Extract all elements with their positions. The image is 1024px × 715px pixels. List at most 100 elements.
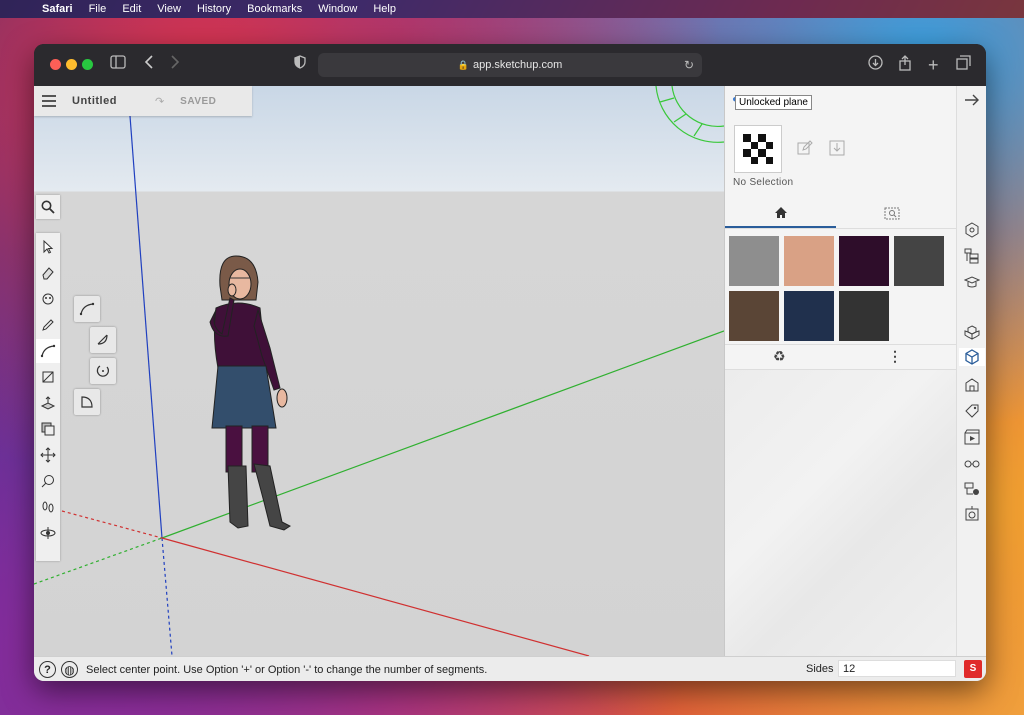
footprints-icon xyxy=(42,501,54,513)
tape-measure-tool-button[interactable] xyxy=(36,469,60,493)
push-pull-tool-button[interactable] xyxy=(36,391,60,415)
pencil-tool-button[interactable] xyxy=(36,313,60,337)
material-swatch[interactable] xyxy=(784,236,834,286)
address-bar[interactable]: 🔒 app.sketchup.com ↻ xyxy=(318,53,702,77)
eraser-tool-button[interactable] xyxy=(36,261,60,285)
reload-icon[interactable]: ↻ xyxy=(684,53,694,77)
person-figure xyxy=(209,255,291,531)
home-icon xyxy=(774,206,787,218)
document-title[interactable]: Untitled xyxy=(72,95,117,107)
material-swatch[interactable] xyxy=(839,236,889,286)
instructor-icon[interactable] xyxy=(963,273,981,291)
url-text: app.sketchup.com xyxy=(472,59,563,71)
circle-arc-icon xyxy=(96,365,109,377)
menu-app-name[interactable]: Safari xyxy=(42,3,73,15)
panel-background xyxy=(725,368,957,656)
soften-edges-icon[interactable] xyxy=(963,479,981,497)
tab-in-model[interactable] xyxy=(725,198,836,228)
download-icon[interactable] xyxy=(868,55,883,76)
edit-icon[interactable] xyxy=(797,140,813,156)
more-options-icon[interactable]: ⋮ xyxy=(888,348,902,365)
material-swatch[interactable] xyxy=(729,236,779,286)
minimize-window-button[interactable] xyxy=(66,59,77,70)
globe-icon[interactable]: ◍ xyxy=(61,661,78,678)
sidebar-icon[interactable] xyxy=(110,55,126,75)
tags-icon[interactable] xyxy=(963,402,981,420)
model-viewport[interactable]: Untitled ↷ SAVED xyxy=(34,86,724,656)
components-icon[interactable] xyxy=(963,324,981,342)
material-preview[interactable] xyxy=(734,125,782,173)
offset-icon xyxy=(41,422,55,436)
menu-edit[interactable]: Edit xyxy=(122,3,141,15)
checker-texture-icon xyxy=(743,134,773,164)
arc-subtool-circle[interactable] xyxy=(90,358,116,384)
move-tool-button[interactable] xyxy=(36,443,60,467)
lock-icon: 🔒 xyxy=(457,60,469,70)
import-icon[interactable] xyxy=(829,140,845,156)
shield-icon[interactable] xyxy=(294,55,306,75)
rectangle-tool-button[interactable] xyxy=(36,365,60,389)
sketchup-logo-icon[interactable]: S xyxy=(964,660,982,678)
offset-tool-button[interactable] xyxy=(36,417,60,441)
help-icon[interactable]: ? xyxy=(39,661,56,678)
safari-window: 🔒 app.sketchup.com ↻ + Untitled ↷ SAVED … xyxy=(34,44,986,681)
arc-subtool-center[interactable] xyxy=(90,327,116,353)
plus-icon[interactable]: + xyxy=(928,55,939,75)
arc-icon xyxy=(79,302,95,316)
entity-info-icon[interactable] xyxy=(963,221,981,239)
share-icon[interactable] xyxy=(898,55,912,77)
menu-bookmarks[interactable]: Bookmarks xyxy=(247,3,302,15)
paint-bucket-tool-button[interactable] xyxy=(36,287,60,311)
arc-subtool-pie[interactable] xyxy=(74,389,100,415)
shadows-icon[interactable] xyxy=(963,504,981,522)
scenes-icon[interactable] xyxy=(963,428,981,446)
search-tool-button[interactable] xyxy=(36,195,60,219)
menu-window[interactable]: Window xyxy=(318,3,357,15)
close-window-button[interactable] xyxy=(50,59,61,70)
material-swatch[interactable] xyxy=(729,291,779,341)
move-icon xyxy=(40,447,56,463)
mac-menubar: Safari File Edit View History Bookmarks … xyxy=(0,0,1024,18)
browser-toolbar: 🔒 app.sketchup.com ↻ + xyxy=(34,44,986,87)
collapse-panel-icon[interactable] xyxy=(963,91,981,109)
chevron-left-icon[interactable] xyxy=(144,55,154,75)
document-header: Untitled ↷ SAVED xyxy=(34,86,252,116)
display-glasses-icon[interactable] xyxy=(963,454,981,472)
material-swatch[interactable] xyxy=(784,291,834,341)
recycle-icon[interactable]: ♻ xyxy=(773,348,786,365)
eraser-icon xyxy=(42,267,54,280)
menu-icon[interactable] xyxy=(42,92,56,110)
menu-help[interactable]: Help xyxy=(373,3,396,15)
chevron-right-icon[interactable] xyxy=(170,55,180,75)
material-swatch[interactable] xyxy=(894,236,944,286)
center-arc-icon xyxy=(97,334,108,345)
search-icon xyxy=(41,200,55,214)
unlocked-plane-tooltip: Unlocked plane xyxy=(735,95,812,110)
material-tabs xyxy=(725,198,957,229)
walk-tool-button[interactable] xyxy=(36,495,60,519)
arc-subtool-2point[interactable] xyxy=(74,296,100,322)
outliner-icon[interactable] xyxy=(963,247,981,265)
material-swatch[interactable] xyxy=(839,291,889,341)
tab-browse[interactable] xyxy=(836,198,947,228)
selection-label: No Selection xyxy=(733,177,794,188)
materials-icon[interactable] xyxy=(959,348,985,366)
materials-footer: ♻ ⋮ xyxy=(725,344,957,370)
sides-input[interactable]: 12 xyxy=(838,660,956,677)
sketchup-app: Untitled ↷ SAVED Unlocked plane No Selec… xyxy=(34,86,986,681)
status-bar: ? ◍ Select center point. Use Option '+' … xyxy=(34,656,986,681)
zoom-window-button[interactable] xyxy=(82,59,93,70)
tape-measure-icon xyxy=(41,475,54,488)
menu-file[interactable]: File xyxy=(89,3,107,15)
arc-icon xyxy=(40,344,56,358)
menu-view[interactable]: View xyxy=(157,3,181,15)
protractor-cursor xyxy=(655,86,724,143)
redo-icon[interactable]: ↷ xyxy=(155,95,164,108)
styles-icon[interactable] xyxy=(963,376,981,394)
orbit-tool-button[interactable] xyxy=(36,521,60,545)
select-tool-button[interactable] xyxy=(36,235,60,259)
rectangle-icon xyxy=(42,371,54,383)
arc-tool-button[interactable] xyxy=(36,339,60,363)
tabs-overview-icon[interactable] xyxy=(956,55,971,76)
menu-history[interactable]: History xyxy=(197,3,231,15)
